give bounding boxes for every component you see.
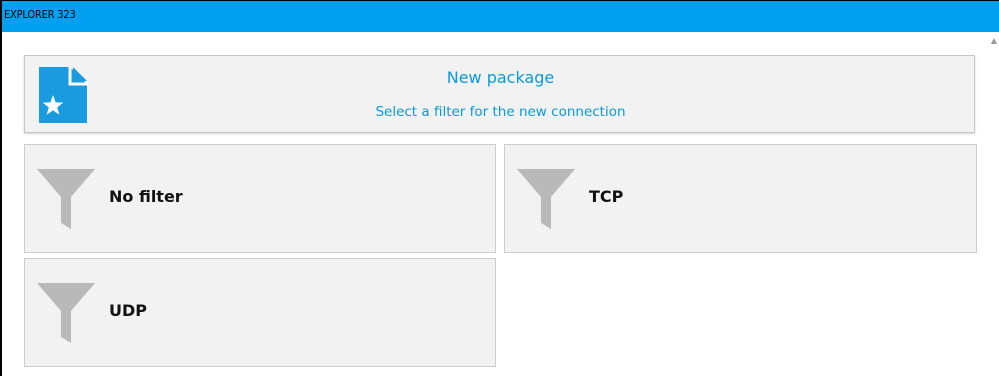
title-bar[interactable]: EXPLORER 323 [2, 0, 999, 32]
filter-label: TCP [589, 187, 624, 206]
funnel-icon [517, 169, 575, 229]
header-title: New package [446, 68, 555, 87]
filter-tile-udp[interactable]: UDP [24, 258, 496, 367]
explorer-window: EXPLORER 323 ▲ New package Select a filt… [0, 0, 999, 376]
header-subtitle: Select a filter for the new connection [375, 104, 626, 120]
filter-label: UDP [109, 301, 147, 320]
scroll-up-icon[interactable]: ▲ [991, 36, 997, 45]
funnel-icon [37, 169, 95, 229]
new-package-header: New package Select a filter for the new … [24, 55, 975, 133]
filter-tile-no-filter[interactable]: No filter [24, 144, 496, 253]
filter-label: No filter [109, 187, 183, 206]
funnel-icon [37, 283, 95, 343]
window-title: EXPLORER 323 [4, 8, 76, 21]
filter-tile-tcp[interactable]: TCP [504, 144, 977, 253]
